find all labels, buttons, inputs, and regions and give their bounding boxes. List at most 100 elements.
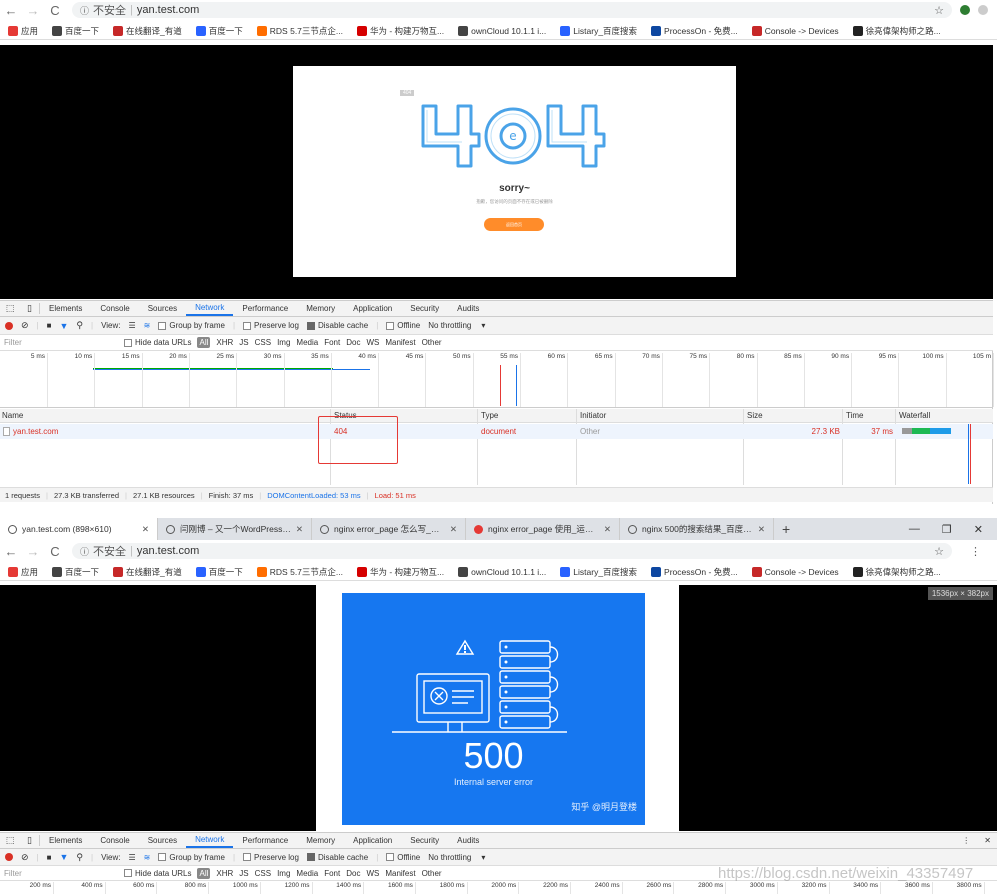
bookmark-item[interactable]: 华为 - 构建万物互... bbox=[357, 566, 444, 578]
bookmark-item[interactable]: 百度一下 bbox=[195, 566, 243, 578]
tab-console[interactable]: Console bbox=[91, 301, 138, 316]
filter-type-img[interactable]: Img bbox=[277, 869, 290, 878]
tab-memory[interactable]: Memory bbox=[297, 301, 344, 316]
browser-tab[interactable]: yan.test.com (898×610) ✕ bbox=[0, 518, 158, 540]
search-icon[interactable]: ⚲ bbox=[76, 320, 83, 331]
new-tab-icon[interactable]: + bbox=[782, 521, 790, 537]
close-window-icon[interactable]: ✕ bbox=[974, 523, 983, 536]
bookmark-item[interactable]: 应用 bbox=[8, 566, 38, 578]
tab-application[interactable]: Application bbox=[344, 833, 401, 848]
filter-type-xhr[interactable]: XHR bbox=[216, 869, 233, 878]
forward-icon[interactable]: → bbox=[22, 544, 44, 559]
filter-type-js[interactable]: JS bbox=[239, 869, 248, 878]
filter-type-ws[interactable]: WS bbox=[366, 869, 379, 878]
bookmark-item[interactable]: 应用 bbox=[8, 25, 38, 37]
offline-checkbox[interactable]: Offline bbox=[386, 321, 420, 330]
hide-data-urls-checkbox[interactable]: Hide data URLs bbox=[124, 338, 191, 347]
col-name[interactable]: Name bbox=[0, 409, 23, 423]
col-time[interactable]: Time bbox=[844, 409, 863, 423]
bookmark-item[interactable]: Console -> Devices bbox=[751, 566, 839, 577]
bookmark-item[interactable]: 华为 - 构建万物互... bbox=[357, 25, 444, 37]
filter-type-css[interactable]: CSS bbox=[255, 338, 271, 347]
camera-icon[interactable]: ■ bbox=[47, 853, 52, 862]
tab-sources[interactable]: Sources bbox=[139, 833, 186, 848]
close-icon[interactable]: ✕ bbox=[984, 836, 991, 845]
bookmark-item[interactable]: 百度一下 bbox=[52, 25, 99, 37]
col-size[interactable]: Size bbox=[745, 409, 763, 423]
inspect-icon[interactable]: ⬚ bbox=[0, 835, 20, 846]
star-icon[interactable]: ☆ bbox=[934, 545, 944, 558]
tab-security[interactable]: Security bbox=[401, 301, 448, 316]
bookmark-item[interactable]: Listary_百度搜索 bbox=[560, 566, 637, 578]
omnibox[interactable]: ⓘ 不安全 | yan.test.com ☆ bbox=[72, 543, 952, 559]
clear-icon[interactable]: ⊘ bbox=[21, 320, 29, 331]
disable-cache-checkbox[interactable]: Disable cache bbox=[306, 321, 368, 330]
throttling-select[interactable]: No throttling ▾ bbox=[428, 853, 485, 862]
forward-icon[interactable]: → bbox=[22, 3, 44, 18]
filter-type-css[interactable]: CSS bbox=[255, 869, 271, 878]
extension-icon[interactable] bbox=[960, 5, 970, 15]
bookmark-item[interactable]: ownCloud 10.1.1 i... bbox=[458, 566, 546, 577]
camera-icon[interactable]: ■ bbox=[47, 321, 52, 330]
reload-icon[interactable]: C bbox=[44, 544, 66, 559]
filter-type-font[interactable]: Font bbox=[324, 338, 340, 347]
col-waterfall[interactable]: Waterfall bbox=[897, 409, 930, 423]
filter-type-img[interactable]: Img bbox=[277, 338, 290, 347]
back-icon[interactable]: ← bbox=[0, 544, 22, 559]
close-tab-icon[interactable]: ✕ bbox=[296, 524, 303, 535]
device-icon[interactable]: ▯ bbox=[20, 835, 40, 846]
filter-input[interactable]: Filter bbox=[0, 869, 110, 878]
tab-memory[interactable]: Memory bbox=[297, 833, 344, 848]
filter-type-js[interactable]: JS bbox=[239, 338, 248, 347]
bookmark-item[interactable]: ownCloud 10.1.1 i... bbox=[458, 25, 546, 36]
filter-type-font[interactable]: Font bbox=[324, 869, 340, 878]
large-rows-icon[interactable]: ☰ bbox=[128, 853, 135, 862]
preserve-log-checkbox[interactable]: Preserve log bbox=[243, 321, 299, 330]
tab-elements[interactable]: Elements bbox=[40, 301, 91, 316]
tab-sources[interactable]: Sources bbox=[139, 301, 186, 316]
profile-icon[interactable] bbox=[978, 5, 988, 15]
back-home-button[interactable]: 返回首页 bbox=[484, 218, 544, 231]
minimize-icon[interactable]: — bbox=[909, 523, 920, 535]
tab-audits[interactable]: Audits bbox=[448, 301, 488, 316]
filter-type-all[interactable]: All bbox=[197, 337, 211, 348]
tab-security[interactable]: Security bbox=[401, 833, 448, 848]
tab-network[interactable]: Network bbox=[186, 833, 234, 848]
tab-network[interactable]: Network bbox=[186, 301, 234, 316]
filter-type-media[interactable]: Media bbox=[296, 869, 318, 878]
col-type[interactable]: Type bbox=[479, 409, 498, 423]
clear-icon[interactable]: ⊘ bbox=[21, 852, 29, 863]
close-tab-icon[interactable]: ✕ bbox=[604, 524, 611, 535]
filter-type-media[interactable]: Media bbox=[296, 338, 318, 347]
tab-console[interactable]: Console bbox=[91, 833, 138, 848]
bookmark-item[interactable]: Listary_百度搜索 bbox=[560, 25, 637, 37]
search-icon[interactable]: ⚲ bbox=[76, 852, 83, 863]
filter-type-ws[interactable]: WS bbox=[366, 338, 379, 347]
overview-icon[interactable]: ≋ bbox=[144, 321, 151, 330]
bookmark-item[interactable]: 百度一下 bbox=[195, 25, 243, 37]
bookmark-item[interactable]: ProcessOn - 免费... bbox=[651, 25, 738, 37]
bookmark-item[interactable]: 在线翻译_有道 bbox=[113, 566, 182, 578]
filter-type-manifest[interactable]: Manifest bbox=[385, 869, 415, 878]
offline-checkbox[interactable]: Offline bbox=[386, 853, 420, 862]
filter-type-all[interactable]: All bbox=[197, 867, 211, 879]
browser-tab[interactable]: nginx 500的搜索结果_百度图片... ✕ bbox=[620, 518, 774, 540]
large-rows-icon[interactable]: ☰ bbox=[128, 321, 135, 330]
hide-data-urls-checkbox[interactable]: Hide data URLs bbox=[124, 869, 191, 878]
bookmark-item[interactable]: Console -> Devices bbox=[751, 25, 839, 36]
more-icon[interactable]: ⋮ bbox=[962, 836, 970, 845]
group-by-frame-checkbox[interactable]: Group by frame bbox=[158, 853, 225, 862]
star-icon[interactable]: ☆ bbox=[934, 4, 944, 17]
reload-icon[interactable]: C bbox=[44, 3, 66, 18]
bookmark-item[interactable]: 在线翻译_有道 bbox=[113, 25, 182, 37]
filter-input[interactable]: Filter bbox=[0, 338, 110, 347]
bookmark-item[interactable]: 徐亮偉架构师之路... bbox=[852, 566, 941, 578]
filter-type-doc[interactable]: Doc bbox=[346, 869, 360, 878]
bookmark-item[interactable]: RDS 5.7三节点企... bbox=[256, 25, 343, 37]
overview-icon[interactable]: ≋ bbox=[144, 853, 151, 862]
browser-tab[interactable]: nginx error_page 怎么写_百度... ✕ bbox=[312, 518, 466, 540]
back-icon[interactable]: ← bbox=[0, 3, 22, 18]
bookmark-item[interactable]: ProcessOn - 免费... bbox=[651, 566, 738, 578]
omnibox[interactable]: ⓘ 不安全 | yan.test.com ☆ bbox=[72, 2, 952, 18]
filter-type-other[interactable]: Other bbox=[422, 869, 442, 878]
